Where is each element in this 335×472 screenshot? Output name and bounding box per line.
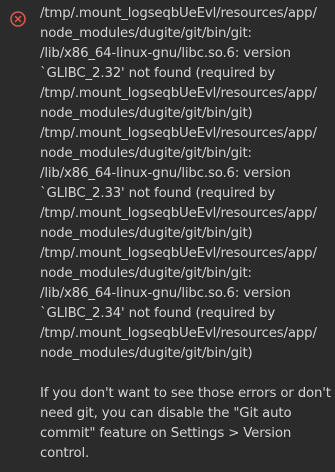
error-line: `GLIBC_2.32' not found (required by bbox=[40, 66, 276, 81]
error-line: /tmp/.mount_logseqbUeEvl/resources/app/ bbox=[40, 6, 317, 21]
hint-line: commit" feature on Settings > Version bbox=[40, 426, 292, 441]
error-notification: /tmp/.mount_logseqbUeEvl/resources/app/ … bbox=[0, 0, 335, 472]
error-line: /tmp/.mount_logseqbUeEvl/resources/app/ bbox=[40, 126, 317, 141]
error-line: /lib/x86_64-linux-gnu/libc.so.6: version bbox=[40, 46, 291, 61]
error-line: node_modules/dugite/git/bin/git) bbox=[40, 226, 253, 241]
error-line: `GLIBC_2.33' not found (required by bbox=[40, 186, 276, 201]
notification-message: /tmp/.mount_logseqbUeEvl/resources/app/ … bbox=[40, 4, 332, 464]
error-circle-x-icon bbox=[10, 11, 26, 27]
error-line: /lib/x86_64-linux-gnu/libc.so.6: version bbox=[40, 166, 291, 181]
error-line: node_modules/dugite/git/bin/git) bbox=[40, 346, 253, 361]
error-line: node_modules/dugite/git/bin/git: bbox=[40, 146, 252, 161]
error-line: /tmp/.mount_logseqbUeEvl/resources/app/ bbox=[40, 326, 317, 341]
error-line: node_modules/dugite/git/bin/git: bbox=[40, 26, 252, 41]
error-line: node_modules/dugite/git/bin/git: bbox=[40, 266, 252, 281]
error-line: /lib/x86_64-linux-gnu/libc.so.6: version bbox=[40, 286, 291, 301]
error-line: /tmp/.mount_logseqbUeEvl/resources/app/ bbox=[40, 86, 317, 101]
error-line: `GLIBC_2.34' not found (required by bbox=[40, 306, 276, 321]
error-line: /tmp/.mount_logseqbUeEvl/resources/app/ bbox=[40, 206, 317, 221]
error-line: node_modules/dugite/git/bin/git) bbox=[40, 106, 253, 121]
hint-line: If you don't want to see those errors or… bbox=[40, 386, 331, 401]
hint-line: need git, you can disable the "Git auto bbox=[40, 406, 292, 421]
error-line: /tmp/.mount_logseqbUeEvl/resources/app/ bbox=[40, 246, 317, 261]
hint-line: control. bbox=[40, 446, 90, 461]
